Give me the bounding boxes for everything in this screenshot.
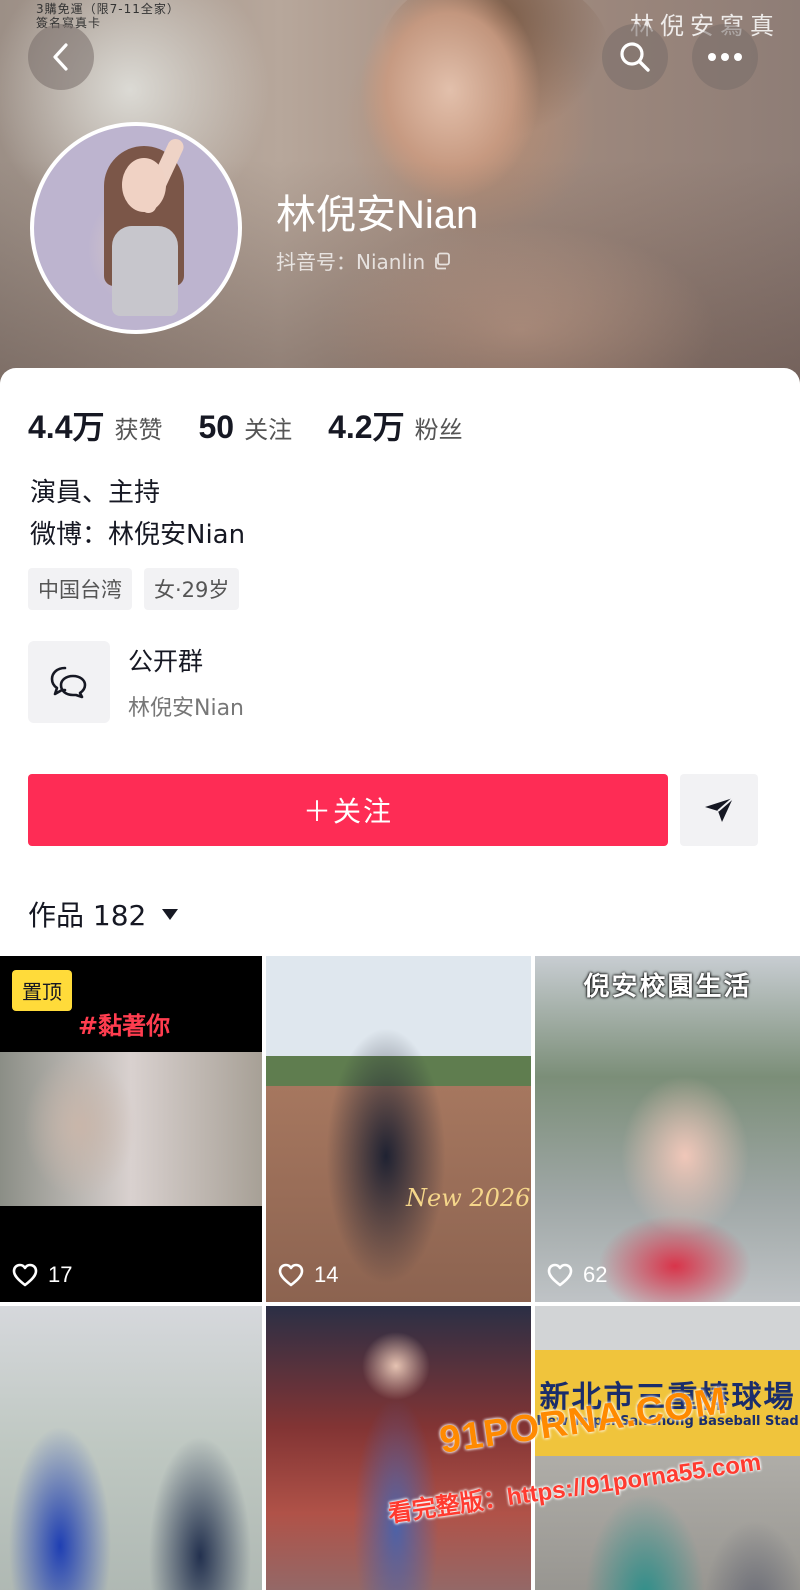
video-overlay-title: 倪安校園生活 xyxy=(583,972,752,1002)
video-thumb-3[interactable]: 倪安校園生活 62 xyxy=(535,956,800,1302)
profile-bio: 演員、主持 微博：林倪安Nian xyxy=(30,472,245,556)
stat-following-label: 关注 xyxy=(244,416,293,444)
stat-likes-value: 4.4万 xyxy=(28,409,105,445)
public-group-entry[interactable]: 公开群 林倪安Nian xyxy=(28,640,628,724)
heart-icon xyxy=(278,1263,304,1287)
video-caption: #黏著你 xyxy=(78,1012,171,1040)
search-icon xyxy=(620,42,650,72)
heart-icon xyxy=(12,1263,38,1287)
like-count: 17 xyxy=(12,1262,72,1288)
video-script-text: New 2026 xyxy=(406,1184,531,1212)
back-button[interactable] xyxy=(28,24,94,90)
group-subtitle: 林倪安Nian xyxy=(128,696,244,721)
bio-line-2: 微博：林倪安Nian xyxy=(30,520,246,550)
like-count-value: 17 xyxy=(48,1262,73,1287)
more-button[interactable] xyxy=(692,24,758,90)
follow-button[interactable]: ＋关注 xyxy=(28,774,668,846)
stat-likes[interactable]: 4.4万 获赞 xyxy=(28,402,163,448)
stat-following[interactable]: 50 关注 xyxy=(199,409,293,446)
douyin-id-text: 抖音号：Nianlin xyxy=(276,250,426,274)
profile-name: 林倪安Nian xyxy=(276,193,479,237)
video-thumb-6[interactable]: 新北市三重棒球場 New Taipei SanChong Baseball St… xyxy=(535,1306,800,1590)
stat-followers-label: 粉丝 xyxy=(414,416,463,444)
stat-likes-label: 获赞 xyxy=(114,416,163,444)
share-arrow-icon xyxy=(705,797,734,822)
back-icon xyxy=(53,43,68,71)
bio-line-1: 演員、主持 xyxy=(30,478,161,508)
group-icon-box xyxy=(28,641,110,723)
stat-following-value: 50 xyxy=(198,409,235,445)
share-button[interactable] xyxy=(680,774,758,846)
tag-location: 中国台湾 xyxy=(28,568,132,610)
video-thumb-2[interactable]: New 2026 14 xyxy=(266,956,531,1302)
caret-down-icon xyxy=(162,908,179,920)
video-thumb-4[interactable] xyxy=(0,1306,262,1590)
chat-group-icon xyxy=(50,666,87,699)
stat-followers-value: 4.2万 xyxy=(328,409,405,445)
profile-tags: 中国台湾 女·29岁 xyxy=(28,568,240,610)
like-count-value: 14 xyxy=(314,1262,339,1287)
search-button[interactable] xyxy=(602,24,668,90)
copy-icon[interactable] xyxy=(433,252,451,270)
pinned-badge: 置顶 xyxy=(12,970,72,1011)
tab-works[interactable]: 作品 182 xyxy=(28,894,179,934)
like-count-value: 62 xyxy=(583,1262,608,1287)
tag-gender-age: 女·29岁 xyxy=(144,568,240,610)
douyin-id: 抖音号：Nianlin xyxy=(276,246,451,275)
profile-stats: 4.4万 获赞 50 关注 4.2万 粉丝 xyxy=(28,402,499,448)
more-icon xyxy=(708,53,742,61)
avatar[interactable] xyxy=(30,122,242,334)
group-title: 公开群 xyxy=(128,647,204,676)
like-count: 62 xyxy=(547,1262,607,1288)
works-label: 作品 182 xyxy=(28,899,147,932)
stat-followers[interactable]: 4.2万 粉丝 xyxy=(328,402,463,448)
like-count: 14 xyxy=(278,1262,338,1288)
video-thumb-1[interactable]: 置顶 #黏著你 17 xyxy=(0,956,262,1302)
heart-icon xyxy=(547,1263,573,1287)
